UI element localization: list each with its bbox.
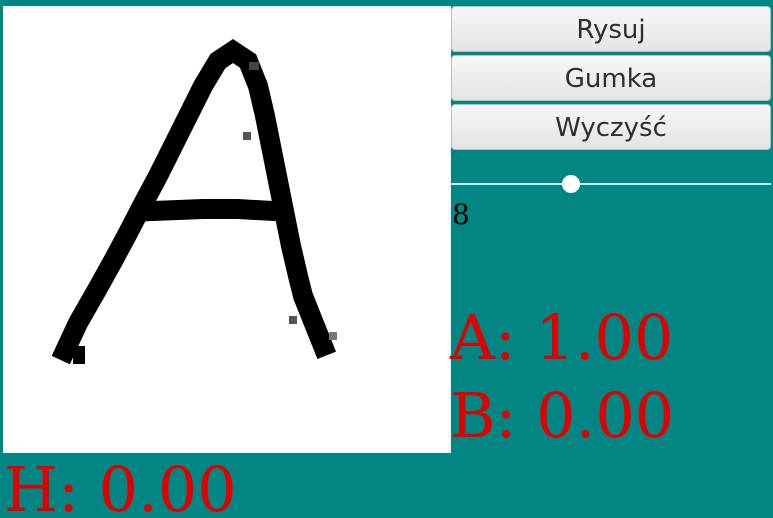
brush-size-slider[interactable] bbox=[451, 172, 771, 196]
drawn-letter bbox=[51, 38, 337, 365]
draw-button[interactable]: Rysuj bbox=[451, 6, 771, 52]
eraser-button[interactable]: Gumka bbox=[451, 55, 771, 101]
slider-track[interactable] bbox=[451, 183, 771, 185]
clear-button[interactable]: Wyczyść bbox=[451, 104, 771, 150]
drawing-canvas[interactable] bbox=[3, 6, 451, 453]
brush-size-value: 8 bbox=[452, 198, 470, 231]
score-b: B: 0.00 bbox=[450, 379, 675, 452]
score-a: A: 1.00 bbox=[450, 301, 674, 374]
score-h: H: 0.00 bbox=[4, 453, 237, 518]
app-window: Rysuj Gumka Wyczyść 8 A: 1.00 B: 0.00 H:… bbox=[0, 0, 773, 518]
slider-thumb[interactable] bbox=[562, 175, 580, 193]
